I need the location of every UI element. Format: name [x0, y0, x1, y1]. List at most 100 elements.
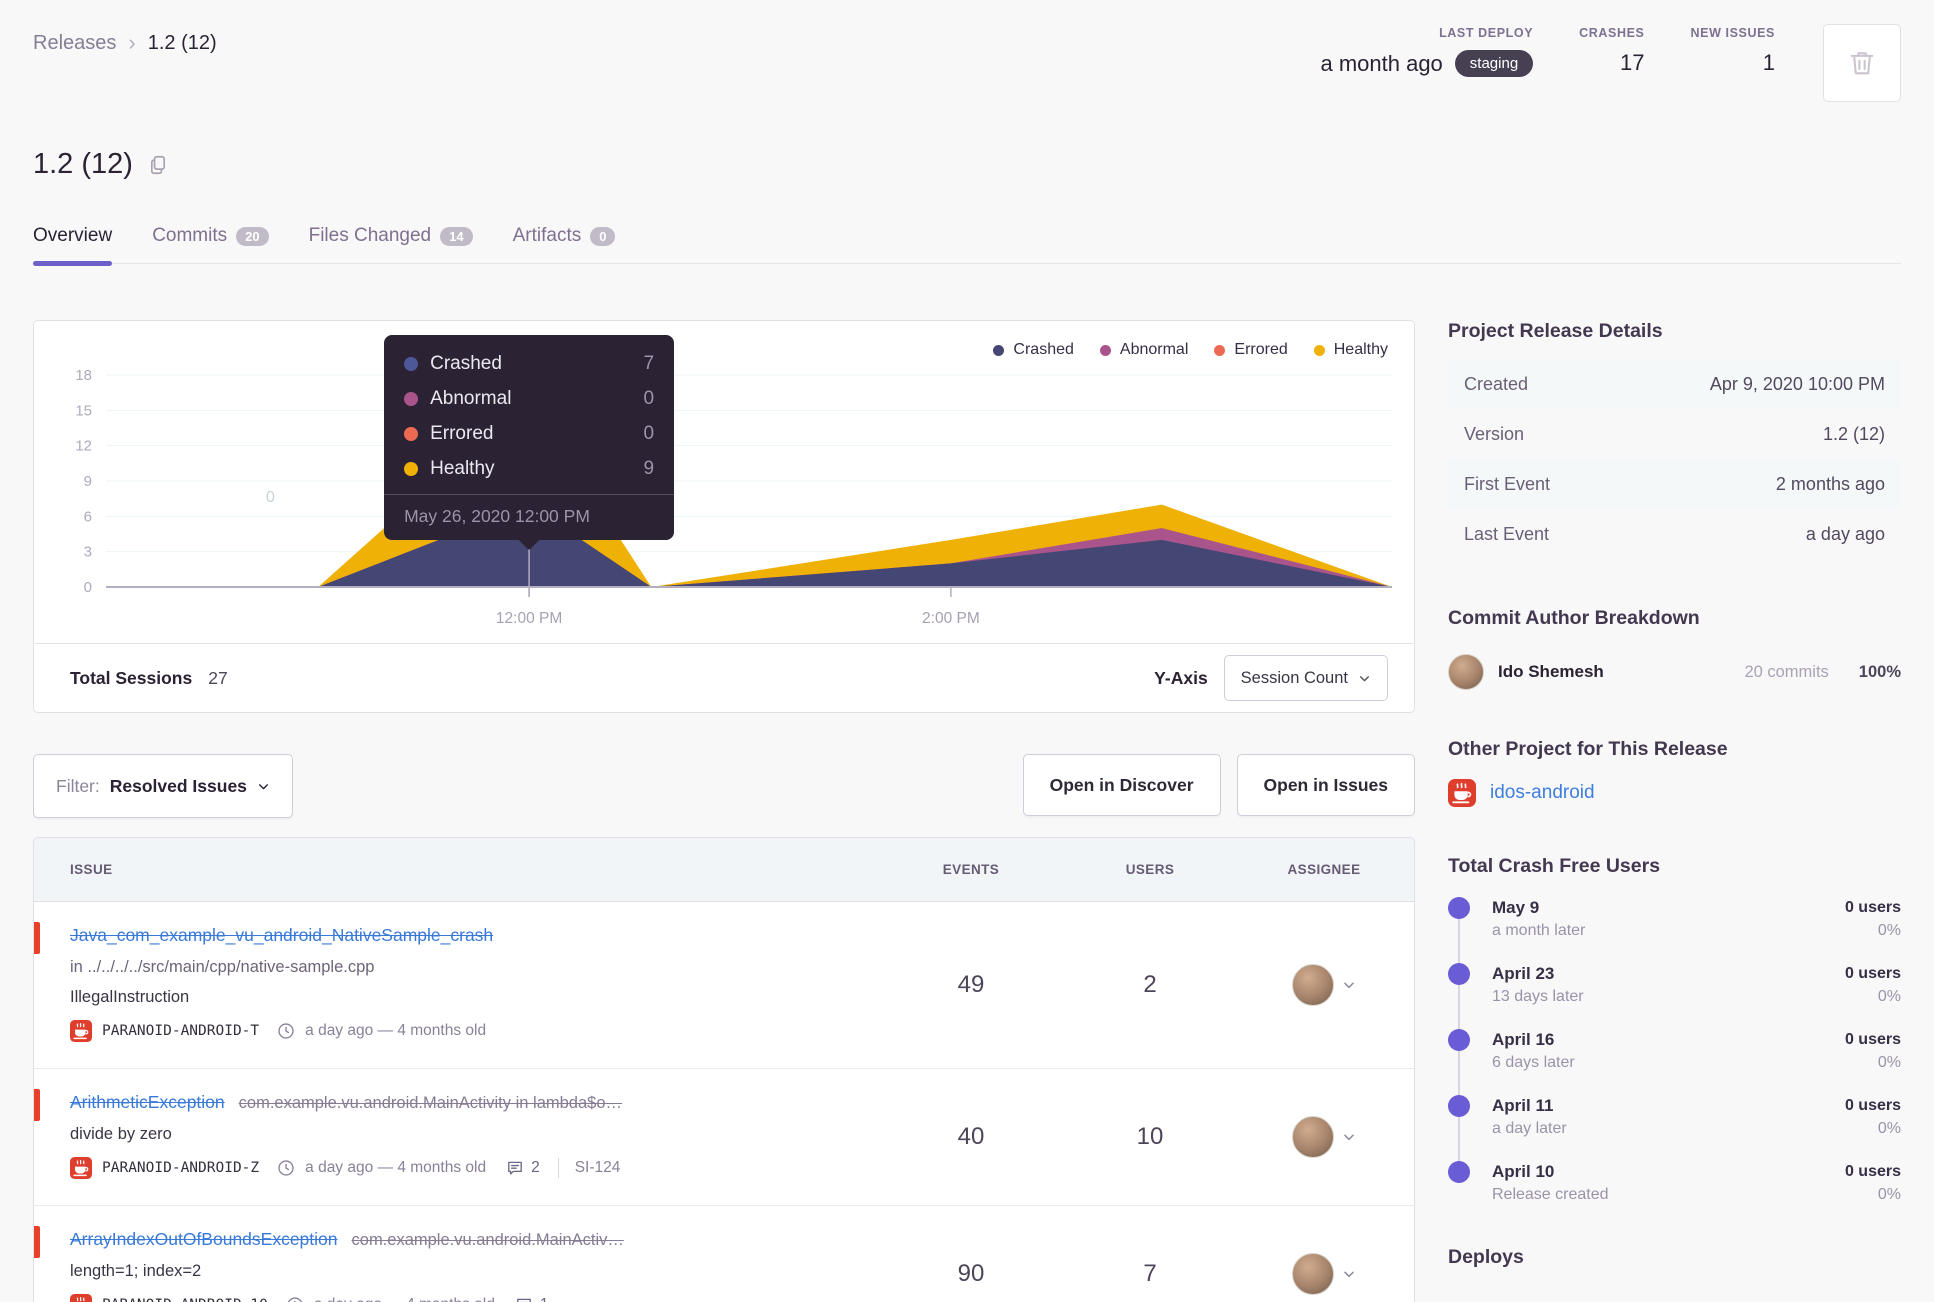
- legend-item[interactable]: Crashed: [993, 341, 1074, 359]
- svg-text:0: 0: [84, 579, 92, 596]
- tooltip-series-value: 7: [643, 353, 655, 374]
- legend-item[interactable]: Abnormal: [1099, 341, 1188, 359]
- list-item: April 23 13 days later 0 users 0%: [1448, 962, 1901, 1008]
- tab[interactable]: Artifacts 0: [513, 215, 616, 263]
- crash-free-heading: Total Crash Free Users: [1448, 855, 1661, 877]
- timeline-dot: [1448, 1095, 1470, 1117]
- legend-item[interactable]: Errored: [1214, 341, 1288, 359]
- svg-text:18: 18: [75, 367, 92, 384]
- tab[interactable]: Files Changed 14: [309, 215, 473, 263]
- legend-dot: [1099, 344, 1111, 356]
- breadcrumb-chevron-icon: ›: [128, 30, 136, 55]
- total-sessions-label: Total Sessions: [70, 667, 193, 688]
- timeline-dot: [1448, 1029, 1470, 1051]
- list-item: April 10 Release created 0 users 0%: [1448, 1160, 1901, 1206]
- delete-release-button[interactable]: [1823, 24, 1901, 102]
- legend-label: Errored: [1234, 341, 1288, 358]
- zero-marker: 0: [266, 489, 275, 506]
- open-in-issues-button[interactable]: Open in Issues: [1236, 754, 1415, 816]
- detail-value: a day ago: [1805, 523, 1885, 544]
- issue-events-count: 40: [957, 1123, 985, 1150]
- release-detail-page: Releases › 1.2 (12) LAST DEPLOY a month …: [0, 0, 1934, 1302]
- issue-culprit: com.example.vu.android.MainActivity in l…: [238, 1094, 622, 1112]
- comment-count: 2: [531, 1159, 540, 1176]
- tab-label: Artifacts: [512, 225, 582, 246]
- issues-filter-dropdown[interactable]: Filter: Resolved Issues: [33, 754, 293, 818]
- issue-title-link[interactable]: Java_com_example_vu_android_NativeSample…: [70, 925, 493, 945]
- page-header: Releases › 1.2 (12) LAST DEPLOY a month …: [33, 0, 1901, 102]
- timeline-when: a day later: [1492, 1120, 1567, 1137]
- assignee-dropdown[interactable]: [1234, 1116, 1414, 1158]
- chevron-down-icon: [1342, 1267, 1356, 1281]
- sidebar: Project Release Details Created Apr 9, 2…: [1448, 320, 1901, 1302]
- filter-value: Resolved Issues: [109, 775, 247, 796]
- timeline-dot: [1448, 963, 1470, 985]
- detail-label: First Event: [1464, 473, 1551, 494]
- tooltip-row: Crashed 7: [404, 353, 654, 375]
- assignee-dropdown[interactable]: [1234, 1253, 1414, 1295]
- unhandled-indicator: [34, 1226, 40, 1258]
- assignee-dropdown[interactable]: [1234, 964, 1414, 1006]
- deploys-heading: Deploys: [1448, 1246, 1524, 1268]
- svg-text:12: 12: [75, 438, 92, 455]
- table-row[interactable]: ArrayIndexOutOfBoundsException com.exampl…: [34, 1206, 1414, 1302]
- new-issues-value[interactable]: 1: [1691, 50, 1775, 76]
- issue-title-link[interactable]: ArrayIndexOutOfBoundsException: [70, 1229, 338, 1249]
- issue-culprit: com.example.vu.android.MainActiv…: [351, 1231, 624, 1249]
- tab-label: Overview: [33, 225, 113, 246]
- table-row[interactable]: ArithmeticException com.example.vu.androi…: [34, 1069, 1414, 1206]
- timeline-date: April 10: [1492, 1162, 1555, 1181]
- tab[interactable]: Commits 20: [152, 215, 269, 263]
- timeline-date: April 16: [1492, 1030, 1555, 1049]
- yaxis-select[interactable]: Session Count: [1223, 655, 1388, 701]
- java-platform-icon: [70, 1294, 92, 1302]
- open-in-discover-button[interactable]: Open in Discover: [1022, 754, 1221, 816]
- comment-icon: [506, 1159, 524, 1177]
- issue-users-count: 2: [1143, 971, 1157, 998]
- timeline-percent: 0%: [1877, 1054, 1901, 1071]
- breadcrumb-releases-link[interactable]: Releases: [33, 32, 116, 55]
- list-item: April 16 6 days later 0 users 0%: [1448, 1028, 1901, 1074]
- copy-icon[interactable]: [147, 154, 169, 176]
- detail-row: First Event 2 months ago: [1448, 459, 1901, 509]
- detail-label: Version: [1464, 423, 1525, 444]
- timeline-when: 13 days later: [1492, 988, 1584, 1005]
- sessions-chart-panel: 0 3 6 9 12 15 18 12:00 PM 2:00 PM 0 Crashed Abno…: [33, 320, 1415, 713]
- timeline-date: April 23: [1492, 964, 1555, 983]
- detail-value: 2 months ago: [1775, 473, 1885, 494]
- last-deploy-value: a month ago: [1320, 50, 1443, 76]
- sessions-chart: 0 3 6 9 12 15 18 12:00 PM 2:00 PM 0 Crashed Abno…: [34, 321, 1414, 643]
- timeline-users: 0 users: [1844, 1163, 1901, 1180]
- tooltip-row: Abnormal 0: [404, 388, 654, 410]
- tab-label: Files Changed: [308, 225, 432, 246]
- tooltip-series-dot: [404, 462, 419, 476]
- page-title: 1.2 (12): [33, 148, 133, 180]
- chart-legend: Crashed Abnormal Errored Healthy: [993, 341, 1388, 359]
- legend-item[interactable]: Healthy: [1313, 341, 1388, 359]
- project-link[interactable]: idos-android: [1490, 782, 1595, 804]
- issue-comments[interactable]: 2: [506, 1159, 540, 1177]
- clock-icon: [277, 1159, 295, 1177]
- tooltip-series-value: 9: [643, 458, 655, 479]
- issue-users-count: 7: [1143, 1260, 1157, 1287]
- tooltip-row: Healthy 9: [404, 458, 654, 480]
- tab[interactable]: Overview: [33, 215, 113, 266]
- authors-heading: Commit Author Breakdown: [1448, 607, 1700, 629]
- detail-label: Created: [1464, 373, 1529, 394]
- tab-label: Commits: [152, 225, 228, 246]
- last-deploy-stat: LAST DEPLOY a month ago staging: [1320, 26, 1534, 77]
- table-row[interactable]: Java_com_example_vu_android_NativeSample…: [34, 902, 1414, 1069]
- issues-table-header: ISSUE EVENTS USERS ASSIGNEE: [34, 838, 1414, 902]
- issue-title-link[interactable]: ArithmeticException: [70, 1092, 225, 1112]
- svg-text:6: 6: [84, 508, 92, 525]
- tooltip-series-label: Crashed: [430, 353, 502, 374]
- timeline-when: 6 days later: [1492, 1054, 1575, 1071]
- tab-count-badge: 0: [590, 226, 616, 246]
- column-events: EVENTS: [942, 862, 1000, 877]
- issue-ticket[interactable]: SI-124: [557, 1158, 620, 1178]
- chart-footer: Total Sessions 27 Y-Axis Session Count: [34, 643, 1414, 712]
- issue-events-count: 90: [957, 1260, 985, 1287]
- comment-count: 1: [540, 1296, 549, 1302]
- issue-comments[interactable]: 1: [515, 1296, 549, 1302]
- timeline-users: 0 users: [1844, 899, 1901, 916]
